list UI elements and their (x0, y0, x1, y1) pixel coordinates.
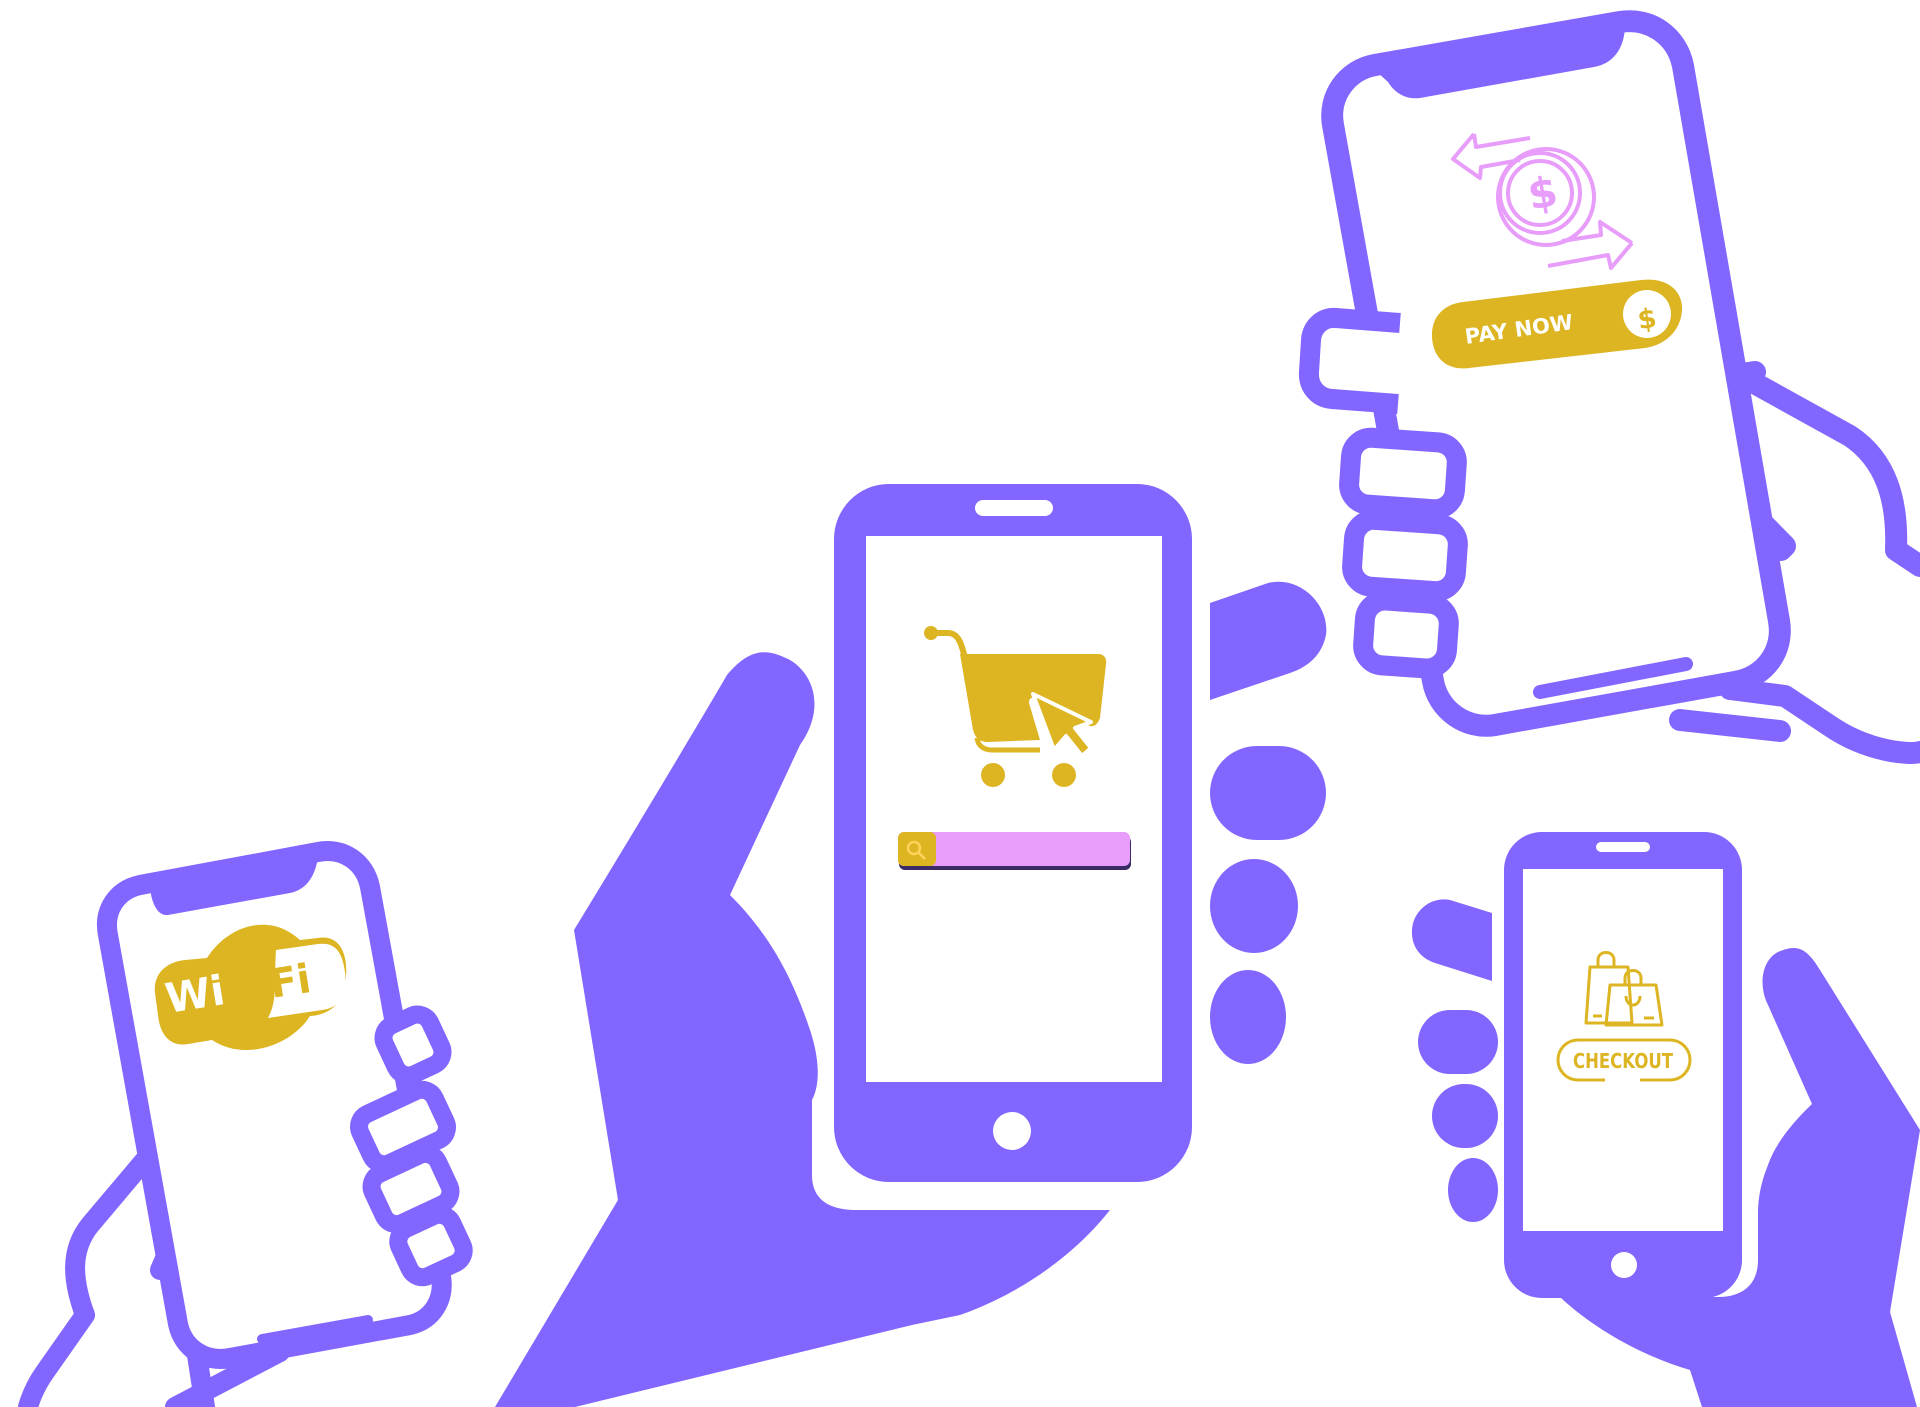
bottom-right-phone: CHECKOUT (1504, 832, 1742, 1298)
mobile-payment-illustration: Wi Fi $ PAY NOW $ CHECKOUT (18, 10, 1920, 1407)
wifi-word1: Wi (162, 966, 228, 1023)
center-phone-speaker (975, 500, 1053, 516)
center-phone (834, 484, 1192, 1182)
search-bar[interactable] (898, 832, 1131, 870)
search-icon-box (898, 832, 936, 866)
center-phone-home-button[interactable] (993, 1112, 1031, 1150)
wifi-word2: Fi (266, 956, 314, 1008)
checkout-button[interactable]: CHECKOUT (1556, 1038, 1692, 1083)
checkout-label: CHECKOUT (1573, 1049, 1673, 1073)
checkout-phone-home-button[interactable] (1611, 1252, 1637, 1278)
center-phone-screen (866, 536, 1162, 1082)
illustration-canvas: Wi Fi $ PAY NOW $ CHECKOUT (0, 0, 1920, 1407)
checkout-phone-speaker (1596, 842, 1650, 852)
